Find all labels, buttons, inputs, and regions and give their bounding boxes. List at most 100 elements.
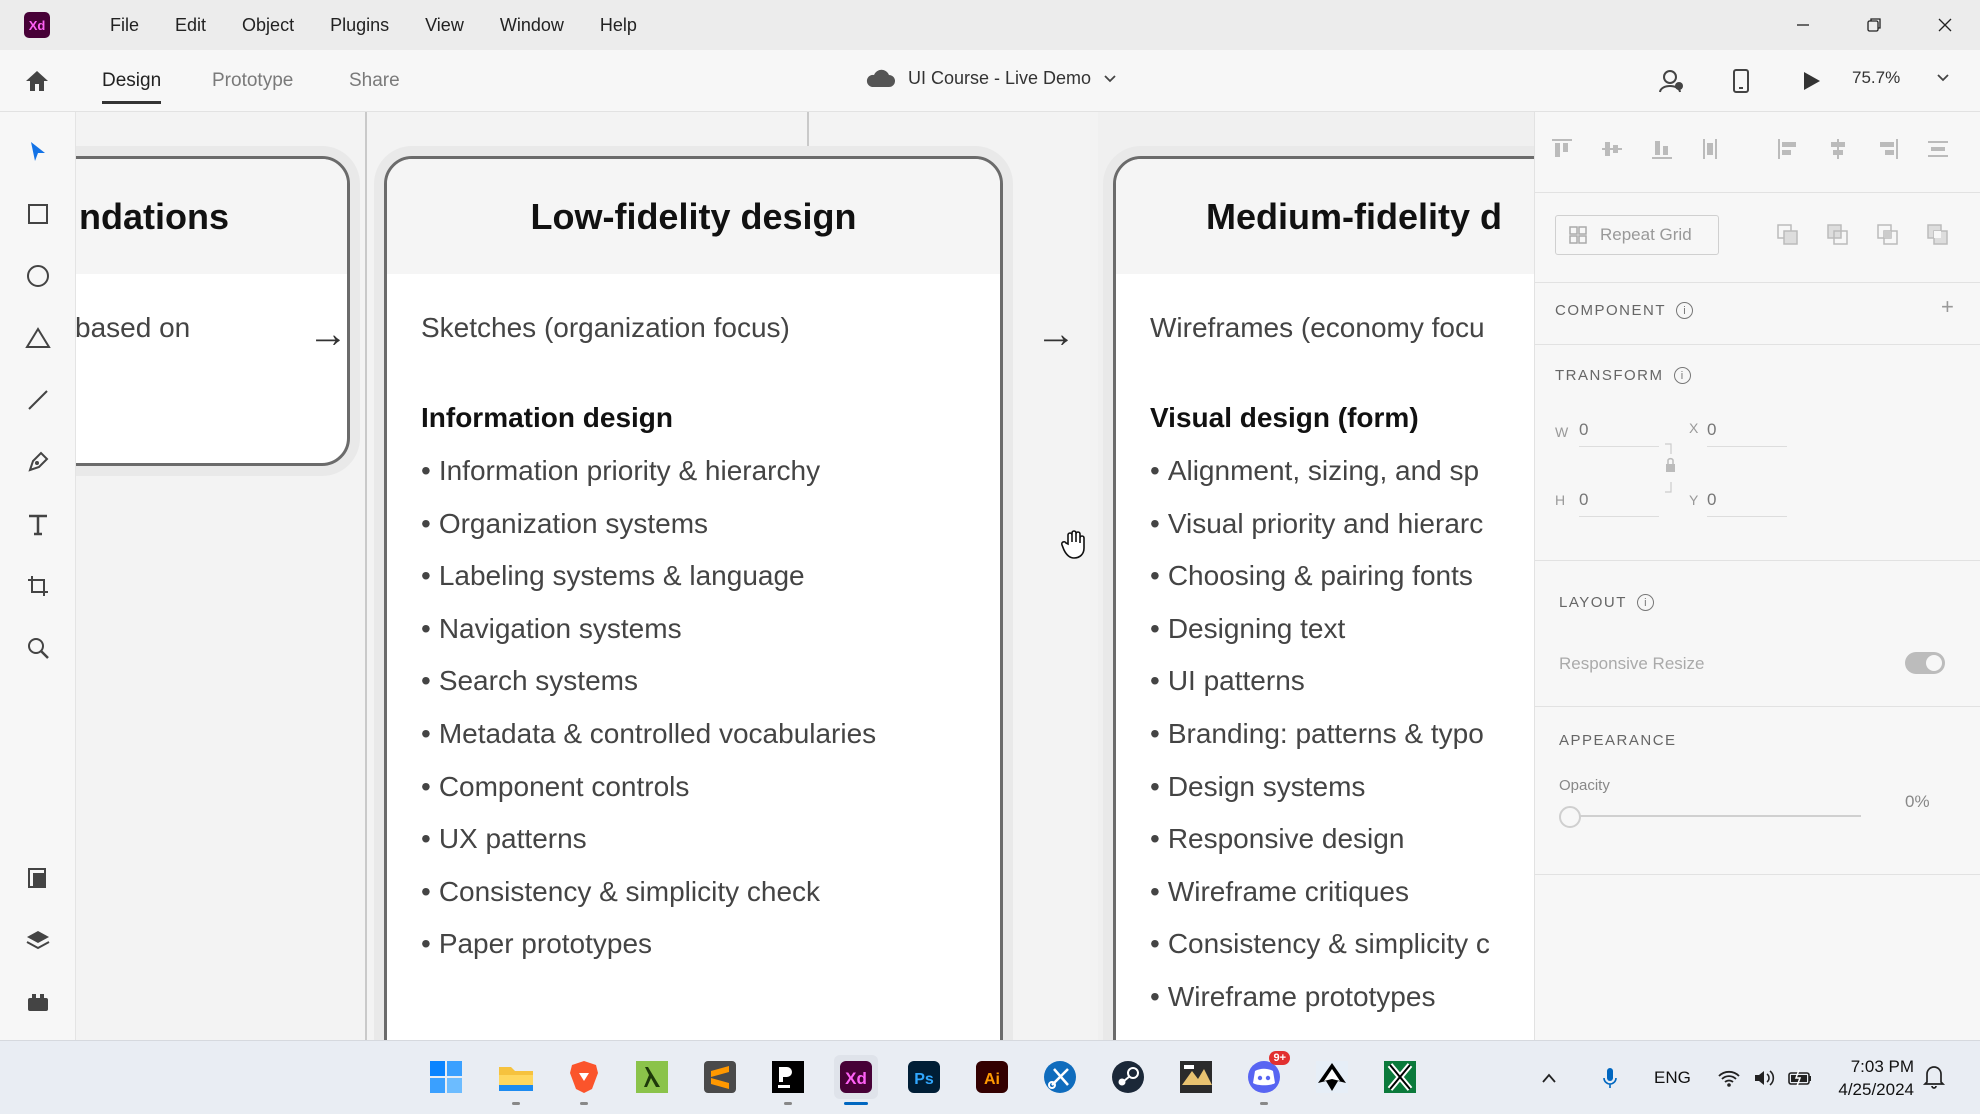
lock-aspect-button[interactable] [1663,442,1677,507]
polygon-tool[interactable] [22,322,54,354]
mobile-device-icon [1733,69,1749,93]
tab-design[interactable]: Design [102,70,162,104]
opacity-slider-track[interactable] [1571,815,1861,817]
zoom-tool[interactable] [22,632,54,664]
play-preview-button[interactable] [1796,66,1826,96]
height-input[interactable]: 0 [1579,490,1659,517]
menu-window[interactable]: Window [482,15,582,36]
start-button[interactable] [424,1055,468,1099]
boolean-add-button[interactable] [1773,220,1803,250]
artboard-tool[interactable] [22,570,54,602]
taskbar-pycharm[interactable] [766,1055,810,1105]
repeat-grid-button[interactable]: Repeat Grid [1555,215,1719,255]
lambda-app-icon [636,1061,668,1093]
zoom-dropdown[interactable]: 75.7% [1852,68,1950,88]
taskbar-discord[interactable]: 9+ [1242,1051,1290,1105]
volume-icon [1754,1070,1774,1086]
responsive-resize-toggle[interactable] [1905,652,1945,674]
menu-edit[interactable]: Edit [157,15,224,36]
triangle-icon [25,327,51,348]
layers-panel-button[interactable] [22,924,54,956]
info-icon[interactable]: i [1636,594,1654,611]
pycharm-icon [772,1061,804,1093]
line-tool[interactable] [22,384,54,416]
align-left-button[interactable] [1773,134,1803,164]
align-top-button[interactable] [1547,134,1577,164]
card-subtitle: Wireframes (economy focu [1150,312,1485,343]
document-title-dropdown[interactable]: UI Course - Live Demo [864,68,1117,89]
card-foundations[interactable]: ndations based on [76,156,350,466]
opacity-slider-handle[interactable] [1559,806,1581,828]
microphone-button[interactable] [1580,1066,1640,1090]
taskbar-illustrator[interactable]: Ai [970,1055,1014,1099]
menu-object[interactable]: Object [224,15,312,36]
flow-arrow: → [1036,312,1076,356]
add-component-button[interactable]: + [1941,294,1954,320]
minimize-button[interactable] [1767,0,1838,50]
y-label: Y [1689,492,1699,508]
info-icon[interactable]: i [1673,367,1691,384]
assets-panel-button[interactable] [22,862,54,894]
taskbar-brave[interactable] [562,1055,606,1105]
taskbar-file-explorer[interactable] [494,1055,538,1105]
taskbar-sublime-text[interactable] [698,1055,742,1099]
taskbar-game[interactable] [1174,1055,1218,1099]
bell-icon [1922,1066,1946,1089]
taskbar-steam[interactable] [1106,1055,1150,1099]
design-canvas[interactable]: ndations based on → Low-fidelity design … [76,112,1534,1040]
home-button[interactable] [22,66,52,96]
title-bar: Xd File Edit Object Plugins View Window … [0,0,1980,50]
close-button[interactable] [1909,0,1980,50]
boolean-intersect-button[interactable] [1873,220,1903,250]
align-bottom-button[interactable] [1647,134,1677,164]
taskbar-inkscape[interactable] [1310,1055,1354,1099]
adobe-xd-icon: Xd [840,1061,872,1093]
list-item: Information priority & hierarchy [421,445,876,498]
taskbar-lambda[interactable] [630,1055,674,1099]
quick-settings-button[interactable] [1717,1068,1813,1088]
adobe-xd-logo-icon[interactable]: Xd [24,12,50,38]
input-language[interactable]: ENG [1654,1068,1691,1088]
restore-button[interactable] [1838,0,1909,50]
menu-file[interactable]: File [92,15,157,36]
list-item: Design systems [1150,761,1490,814]
system-clock[interactable]: 7:03 PM 4/25/2024 [1826,1055,1914,1101]
taskbar-snipping-tool[interactable] [1038,1055,1082,1099]
panel-divider [1535,874,1980,875]
align-center-button[interactable] [1823,134,1853,164]
device-preview-button[interactable] [1726,66,1756,96]
menu-help[interactable]: Help [582,15,655,36]
width-input[interactable]: 0 [1579,420,1659,447]
list-item: Consistency & simplicity check [421,866,876,919]
card-low-fidelity[interactable]: Low-fidelity design Sketches (organizati… [384,156,1003,1040]
align-right-button[interactable] [1873,134,1903,164]
taskbar-adobe-xd[interactable]: Xd [834,1055,878,1105]
ellipse-tool[interactable] [22,260,54,292]
plugins-panel-button[interactable] [22,986,54,1018]
list-item: Metadata & controlled vocabularies [421,708,876,761]
y-input[interactable]: 0 [1707,490,1787,517]
share-user-button[interactable] [1656,66,1686,96]
select-tool[interactable] [22,136,54,168]
x-input[interactable]: 0 [1707,420,1787,447]
pen-tool[interactable] [22,446,54,478]
tray-overflow-button[interactable] [1536,1072,1562,1084]
menu-view[interactable]: View [407,15,482,36]
menu-plugins[interactable]: Plugins [312,15,407,36]
notifications-button[interactable] [1922,1063,1946,1094]
boolean-exclude-button[interactable] [1923,220,1953,250]
text-tool[interactable] [22,508,54,540]
card-medium-fidelity[interactable]: Medium-fidelity d Wireframes (economy fo… [1113,156,1534,1040]
distribute-button[interactable] [1695,134,1725,164]
distribute-horizontal-button[interactable] [1923,134,1953,164]
taskbar-photoshop[interactable]: Ps [902,1055,946,1099]
rectangle-tool[interactable] [22,198,54,230]
info-icon[interactable]: i [1676,302,1693,319]
boolean-subtract-button[interactable] [1823,220,1853,250]
tab-share[interactable]: Share [349,70,400,92]
opacity-value[interactable]: 0% [1905,792,1930,812]
align-middle-button[interactable] [1597,134,1627,164]
tab-prototype[interactable]: Prototype [212,70,293,92]
taskbar-excel[interactable] [1378,1055,1422,1099]
rectangle-icon [28,204,48,224]
